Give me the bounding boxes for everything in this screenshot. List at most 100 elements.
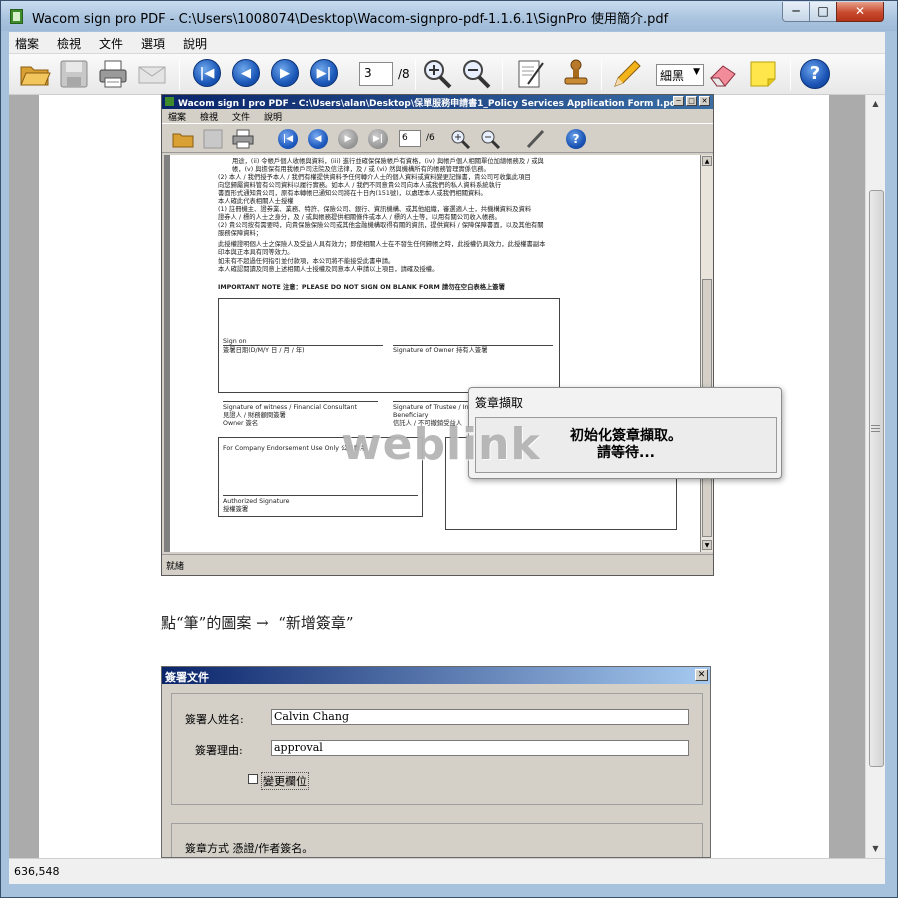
chevron-down-icon: ▼ <box>693 67 700 77</box>
next-page-icon: ▶ <box>338 129 358 149</box>
form-line: 印本與正本具有同等效力。 <box>218 249 294 256</box>
envelope-icon[interactable] <box>136 58 168 90</box>
open-folder-icon[interactable] <box>19 58 51 90</box>
zoom-out-icon <box>479 129 501 150</box>
zoom-in-icon[interactable] <box>421 58 453 90</box>
vertical-scrollbar[interactable]: ▲ ▼ <box>865 95 885 858</box>
scroll-down-arrow-icon[interactable]: ▼ <box>866 840 885 857</box>
signature-witness-label: Signature of witness / Financial Consult… <box>223 404 357 411</box>
embedded-menu-document: 文件 <box>232 113 251 123</box>
print-icon[interactable] <box>97 58 129 90</box>
last-page-icon: ▶| <box>368 129 388 149</box>
menu-options[interactable]: 選項 <box>141 35 165 52</box>
signer-name-label: 簽署人姓名: <box>185 713 244 726</box>
cursor-coordinates: 636,548 <box>14 865 60 878</box>
zoom-out-icon[interactable] <box>460 58 492 90</box>
embedded-pdf-page: 用途，(ii) 令帳戶個人收帳與資料，(iii) 進行並確保保險帳戶有資格，(i… <box>170 155 700 552</box>
scroll-up-arrow-icon[interactable]: ▲ <box>866 95 885 112</box>
close-icon: ✕ <box>695 669 708 681</box>
embedded-menu-bar: 檔案 檢視 文件 說明 <box>162 109 713 123</box>
menu-file[interactable]: 檔案 <box>15 35 39 52</box>
sign-reason-field: approval <box>271 740 689 756</box>
scroll-up-arrow-icon: ▲ <box>702 156 712 166</box>
sign-line <box>223 495 418 496</box>
form-line: 服務保障資料； <box>218 230 263 237</box>
pen-icon <box>524 129 546 149</box>
embedded-dialog-title-bar: 簽署文件 ✕ <box>162 667 710 684</box>
form-line: 本人確認閱讀及同意上述相關人士授權及同意本人申請以上項目，請確及授權。 <box>218 266 439 273</box>
embedded-minimize-button: ─ <box>673 96 684 106</box>
embedded-dialog-title: 簽署文件 <box>165 671 209 684</box>
embedded-close-button: ✕ <box>699 96 710 106</box>
embedded-vertical-scrollbar: ▲ ▼ <box>701 155 713 552</box>
embedded-window-title: Wacom sign l pro PDF - C:\Users\alan\Des… <box>178 99 681 109</box>
form-line: (2) 本人 / 我們授予本人 / 我們有權提供資料予任何轉介人士的個人資料或資… <box>218 174 531 181</box>
prev-page-icon[interactable]: ◀ <box>232 59 260 87</box>
open-folder-icon <box>172 129 194 149</box>
thumb-grip <box>871 431 880 432</box>
scroll-down-arrow-icon: ▼ <box>702 540 712 550</box>
stamp-icon[interactable] <box>560 58 592 90</box>
menu-help[interactable]: 說明 <box>183 35 207 52</box>
maximize-button[interactable]: □ <box>809 2 837 22</box>
toolbar-separator <box>179 60 180 90</box>
page-total: /8 <box>398 67 410 81</box>
sign-line <box>223 345 383 346</box>
thumb-grip <box>871 428 880 429</box>
app-window: Wacom sign pro PDF - C:\Users\1008074\De… <box>0 0 898 898</box>
print-icon <box>232 129 254 149</box>
save-icon <box>202 129 224 149</box>
menu-document[interactable]: 文件 <box>99 35 123 52</box>
toolbar-separator <box>415 60 416 90</box>
help-icon: ? <box>566 129 586 149</box>
last-page-icon[interactable]: ▶| <box>310 59 338 87</box>
eraser-icon[interactable] <box>707 58 739 90</box>
form-line: 本人確此代表相關人士授權 <box>218 198 294 205</box>
sign-reason-label: 簽署理由: <box>195 744 243 757</box>
important-note: IMPORTANT NOTE 注意：PLEASE DO NOT SIGN ON … <box>218 284 505 291</box>
help-icon[interactable]: ? <box>800 59 830 89</box>
toolbar-separator <box>790 60 791 90</box>
next-page-icon[interactable]: ▶ <box>271 59 299 87</box>
app-icon <box>10 9 23 24</box>
first-page-icon: |◀ <box>278 129 298 149</box>
pen-color-value: 細黑 <box>660 69 685 83</box>
embedded-status-text: 就緒 <box>166 562 185 572</box>
status-bar: 636,548 <box>9 858 885 884</box>
save-icon[interactable] <box>58 58 90 90</box>
pen-color-select[interactable]: 細黑 ▼ <box>656 64 704 86</box>
scrollbar-thumb[interactable] <box>869 190 884 767</box>
signer-name-field: Calvin Chang <box>271 709 689 725</box>
watermark-logo: weblink <box>341 419 541 470</box>
instruction-text: 點“筆”的圖案 → “新增簽章” <box>161 614 354 632</box>
first-page-icon[interactable]: |◀ <box>193 59 221 87</box>
embedded-menu-help: 說明 <box>264 113 283 123</box>
zoom-in-icon <box>449 129 471 150</box>
page-number-input[interactable]: 3 <box>359 62 393 86</box>
embedded-maximize-button: □ <box>686 96 697 106</box>
embedded-toolbar: |◀ ◀ ▶ ▶| 6 /6 ? <box>162 123 713 153</box>
menu-view[interactable]: 檢視 <box>57 35 81 52</box>
witness-cn-label: 見證人 / 財務顧問簽署 <box>223 412 286 419</box>
pencil-icon[interactable] <box>611 58 643 90</box>
embedded-page-input: 6 <box>399 130 421 147</box>
thumb-grip <box>871 425 880 426</box>
witness-name-label: Owner 簽名 <box>223 420 259 427</box>
embedded-menu-view: 檢視 <box>200 113 219 123</box>
toolbar-separator <box>502 60 503 90</box>
form-line: (2) 貴公司按有需要時，向貴保險保險公司或其他金融機構取得有關的資訊，提供資料… <box>218 222 544 229</box>
authorized-signature-label: Authorized Signature <box>223 498 290 505</box>
sticky-note-icon[interactable] <box>747 58 779 90</box>
title-bar[interactable]: Wacom sign pro PDF - C:\Users\1008074\De… <box>1 1 897 31</box>
signature-method-label: 簽章方式 憑證/作者簽名。 <box>185 842 314 855</box>
sign-document-icon[interactable] <box>514 58 546 90</box>
minimize-button[interactable]: ─ <box>782 2 810 22</box>
form-line: 書面形式通知貴公司，原有本轉帳已通知公司將在十日內(151號)，以處理本人或我們… <box>218 190 487 197</box>
advanced-checkbox <box>248 774 258 784</box>
close-button[interactable]: ✕ <box>836 2 884 22</box>
authorized-cn-label: 授權簽署 <box>223 506 249 513</box>
form-line: 此授權證明個人士之保險人及受益人具有效力；即使相關人士在不發生任何歸帳之時，此授… <box>218 241 546 248</box>
toolbar-separator <box>601 60 602 90</box>
embedded-status-bar: 就緒 <box>162 554 713 575</box>
window-title: Wacom sign pro PDF - C:\Users\1008074\De… <box>32 12 669 27</box>
